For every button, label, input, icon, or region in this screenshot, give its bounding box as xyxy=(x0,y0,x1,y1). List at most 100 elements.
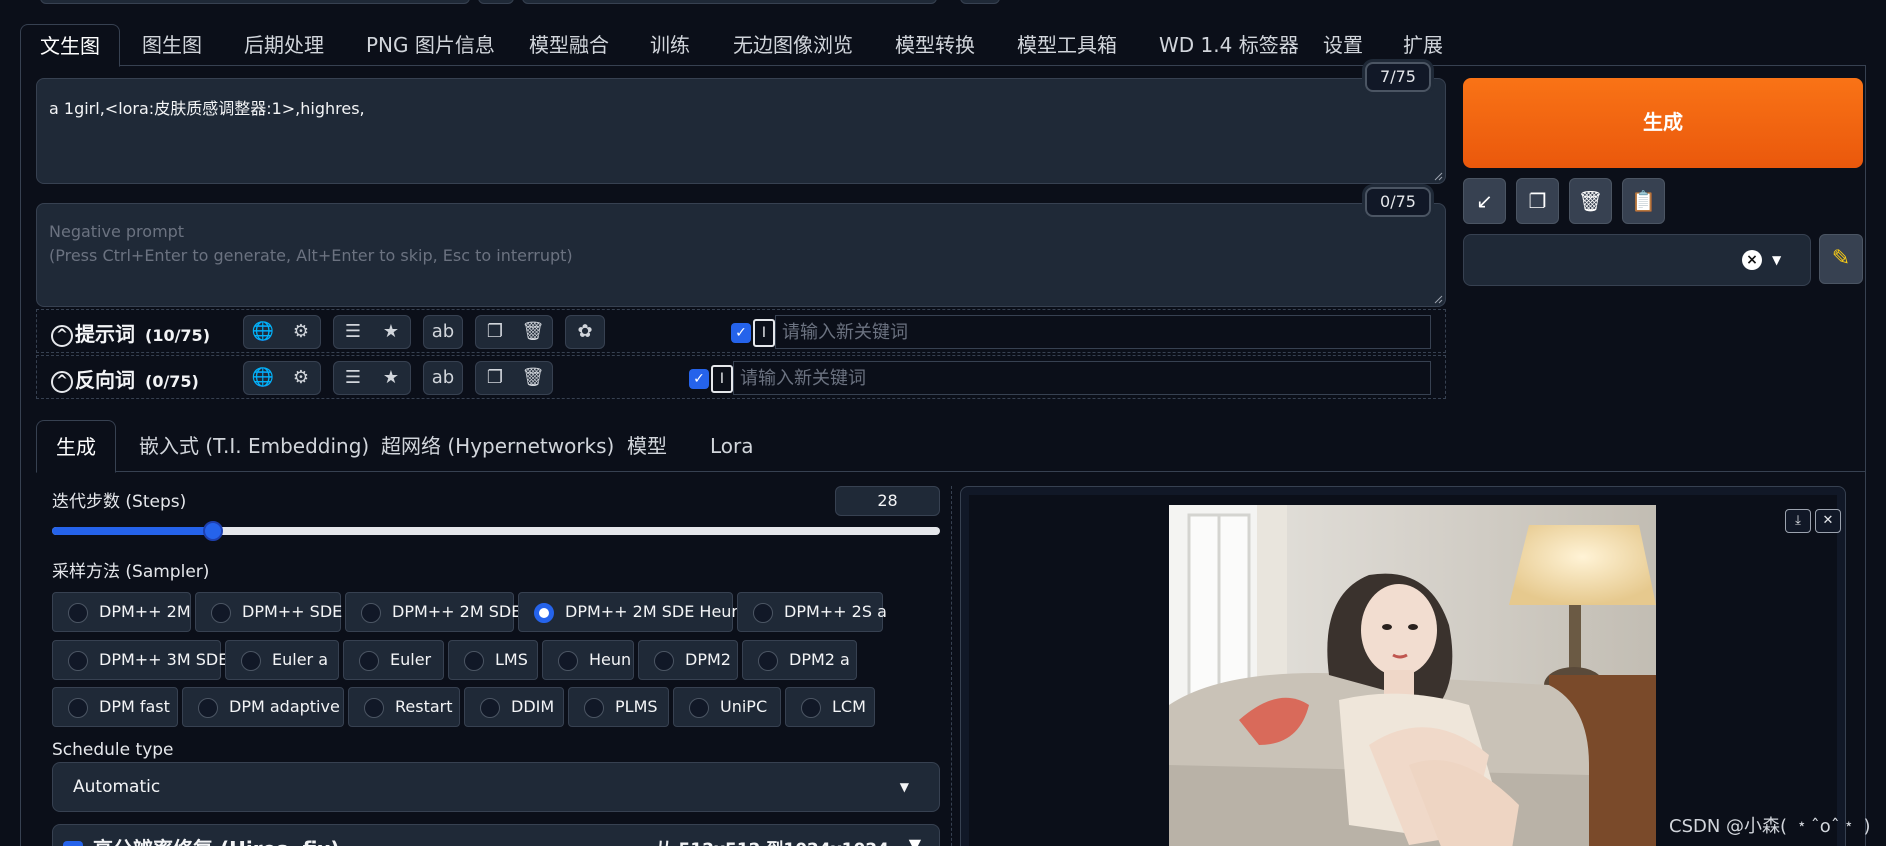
steps-slider[interactable] xyxy=(52,521,940,541)
checkbox-checked-icon[interactable]: ✓ xyxy=(731,323,751,343)
radio-icon xyxy=(364,698,384,718)
resize-handle-icon[interactable] xyxy=(1433,294,1443,304)
sampler-option[interactable]: LMS xyxy=(448,640,538,680)
paste-button[interactable]: ❐ xyxy=(1516,178,1559,224)
radio-icon xyxy=(558,651,578,671)
tab-txt2img[interactable]: 文生图 xyxy=(20,24,120,67)
tab-extensions[interactable]: 扩展 xyxy=(1397,24,1449,66)
sampler-option[interactable]: PLMS xyxy=(568,687,669,727)
tab-wd-tagger[interactable]: WD 1.4 标签器 xyxy=(1153,24,1305,66)
radio-icon xyxy=(68,603,88,623)
sampler-option[interactable]: DPM adaptive xyxy=(182,687,344,727)
sampler-option[interactable]: Heun xyxy=(542,640,634,680)
tab-embedding[interactable]: 嵌入式 (T.I. Embedding) xyxy=(139,420,369,472)
watermark-text: CSDN @小森( ﹡ˆoˆ﹡ ) xyxy=(1669,816,1871,837)
history-icon[interactable]: ☰ xyxy=(334,316,372,348)
sampler-option-label: DPM++ 3M SDE xyxy=(99,650,229,669)
prompt-textarea[interactable]: a 1girl,<lora:皮肤质感调整器:1>,highres, xyxy=(36,78,1446,184)
sampler-option[interactable]: DPM++ 3M SDE xyxy=(52,640,228,680)
ab-icon[interactable]: ab xyxy=(424,362,462,394)
schedule-type-dropdown[interactable]: Automatic ▼ xyxy=(52,762,940,812)
negative-keyword-toggle[interactable]: ^ 反向词 (0/75) xyxy=(51,364,199,393)
copy-icon[interactable]: ❐ xyxy=(476,316,514,348)
tab-png-info[interactable]: PNG 图片信息 xyxy=(360,24,501,66)
sampler-option[interactable]: DPM++ 2M SDE xyxy=(345,592,521,632)
positive-keyword-input[interactable] xyxy=(775,315,1431,349)
chevron-down-icon[interactable]: ▼ xyxy=(909,835,921,846)
chevron-down-icon[interactable]: ▼ xyxy=(1772,253,1781,267)
pencil-icon: ✎ xyxy=(1831,246,1851,271)
sampler-option[interactable]: DPM2 xyxy=(638,640,738,680)
tab-extras[interactable]: 后期处理 xyxy=(238,24,330,66)
negative-keyword-input[interactable] xyxy=(733,361,1431,395)
sampler-option[interactable]: DPM fast xyxy=(52,687,178,727)
generate-button[interactable]: 生成 xyxy=(1463,78,1863,168)
steps-number-input[interactable]: 28 xyxy=(835,486,940,516)
clear-icon[interactable]: × xyxy=(1742,250,1762,270)
close-preview-button[interactable]: ✕ xyxy=(1815,509,1841,533)
copy-icon[interactable]: ❐ xyxy=(476,362,514,394)
radio-icon xyxy=(211,603,231,623)
download-button[interactable]: ⤓ xyxy=(1785,509,1811,533)
sampler-option[interactable]: DPM++ 2S a xyxy=(737,592,887,632)
history-icon[interactable]: ☰ xyxy=(334,362,372,394)
chatgpt-icon[interactable]: ✿ xyxy=(566,316,604,348)
tab-infinite-browser[interactable]: 无边图像浏览 xyxy=(727,24,859,66)
tab-checkpoint-merger[interactable]: 模型融合 xyxy=(523,24,615,66)
globe-icon[interactable]: 🌐 xyxy=(244,316,282,348)
bookmark-icon[interactable]: ★ xyxy=(372,316,410,348)
read-params-button[interactable]: ↙ xyxy=(1463,178,1506,224)
tab-generation[interactable]: 生成 xyxy=(36,420,116,473)
hires-fix-accordion[interactable]: 高分辨率修复 (Hires. fix) 从 512x512 到1024x1024… xyxy=(52,824,940,846)
tab-model-convert[interactable]: 模型转换 xyxy=(889,24,981,66)
trash-icon[interactable]: 🗑 xyxy=(514,362,552,394)
hires-fix-checkbox[interactable] xyxy=(63,841,83,846)
sampler-option[interactable]: DPM2 a xyxy=(742,640,857,680)
trash-icon[interactable]: 🗑 xyxy=(514,316,552,348)
generated-image[interactable] xyxy=(1169,505,1656,846)
checkbox-checked-icon[interactable]: ✓ xyxy=(689,369,709,389)
styles-button[interactable]: 📋 xyxy=(1622,178,1665,224)
styles-dropdown[interactable]: × ▼ xyxy=(1463,234,1811,286)
steps-slider-handle[interactable] xyxy=(203,521,223,541)
tab-settings[interactable]: 设置 xyxy=(1317,24,1369,66)
sampler-option[interactable]: Restart xyxy=(348,687,460,727)
sampler-option[interactable]: LCM xyxy=(785,687,875,727)
sub-tab-bar: 生成 嵌入式 (T.I. Embedding) 超网络 (Hypernetwor… xyxy=(36,420,1866,473)
negative-prompt-textarea[interactable]: Negative prompt (Press Ctrl+Enter to gen… xyxy=(36,203,1446,307)
positive-keyword-count: (10/75) xyxy=(145,326,210,345)
gear-icon[interactable]: ⚙ xyxy=(282,316,320,348)
sampler-option[interactable]: DDIM xyxy=(464,687,564,727)
tab-checkpoints[interactable]: 模型 xyxy=(627,420,667,472)
positive-keyword-toggle[interactable]: ^ 提示词 (10/75) xyxy=(51,318,210,347)
tab-img2img[interactable]: 图生图 xyxy=(136,24,208,66)
sampler-option[interactable]: DPM++ 2M SDE Heun xyxy=(518,592,742,632)
history-favorite-group: ☰ ★ xyxy=(333,361,411,395)
tab-model-toolkit[interactable]: 模型工具箱 xyxy=(1011,24,1123,66)
sampler-option[interactable]: DPM++ 2M xyxy=(52,592,191,632)
top-partial-field-2[interactable] xyxy=(522,0,937,4)
sampler-option-label: LMS xyxy=(495,650,528,669)
tab-lora[interactable]: Lora xyxy=(710,420,754,472)
chevron-up-icon: ^ xyxy=(51,370,73,393)
radio-icon xyxy=(361,603,381,623)
globe-icon[interactable]: 🌐 xyxy=(244,362,282,394)
tab-hypernetworks[interactable]: 超网络 (Hypernetworks) xyxy=(381,420,614,472)
sampler-option[interactable]: Euler xyxy=(343,640,444,680)
text-cursor-icon: I xyxy=(711,365,733,393)
positive-keyword-input-wrap: ✓ I xyxy=(731,315,1431,349)
history-favorite-group: ☰ ★ xyxy=(333,315,411,349)
top-partial-button-2[interactable] xyxy=(960,0,1000,4)
ab-icon[interactable]: ab xyxy=(424,316,462,348)
top-partial-button[interactable] xyxy=(478,0,514,4)
bookmark-icon[interactable]: ★ xyxy=(372,362,410,394)
edit-styles-button[interactable]: ✎ xyxy=(1819,234,1863,284)
sampler-option[interactable]: Euler a xyxy=(225,640,339,680)
sampler-option[interactable]: UniPC xyxy=(673,687,781,727)
gear-icon[interactable]: ⚙ xyxy=(282,362,320,394)
resize-handle-icon[interactable] xyxy=(1433,171,1443,181)
tab-train[interactable]: 训练 xyxy=(644,24,696,66)
clear-prompt-button[interactable]: 🗑 xyxy=(1569,178,1612,224)
top-partial-field[interactable] xyxy=(40,0,470,4)
sampler-option[interactable]: DPM++ SDE xyxy=(195,592,342,632)
